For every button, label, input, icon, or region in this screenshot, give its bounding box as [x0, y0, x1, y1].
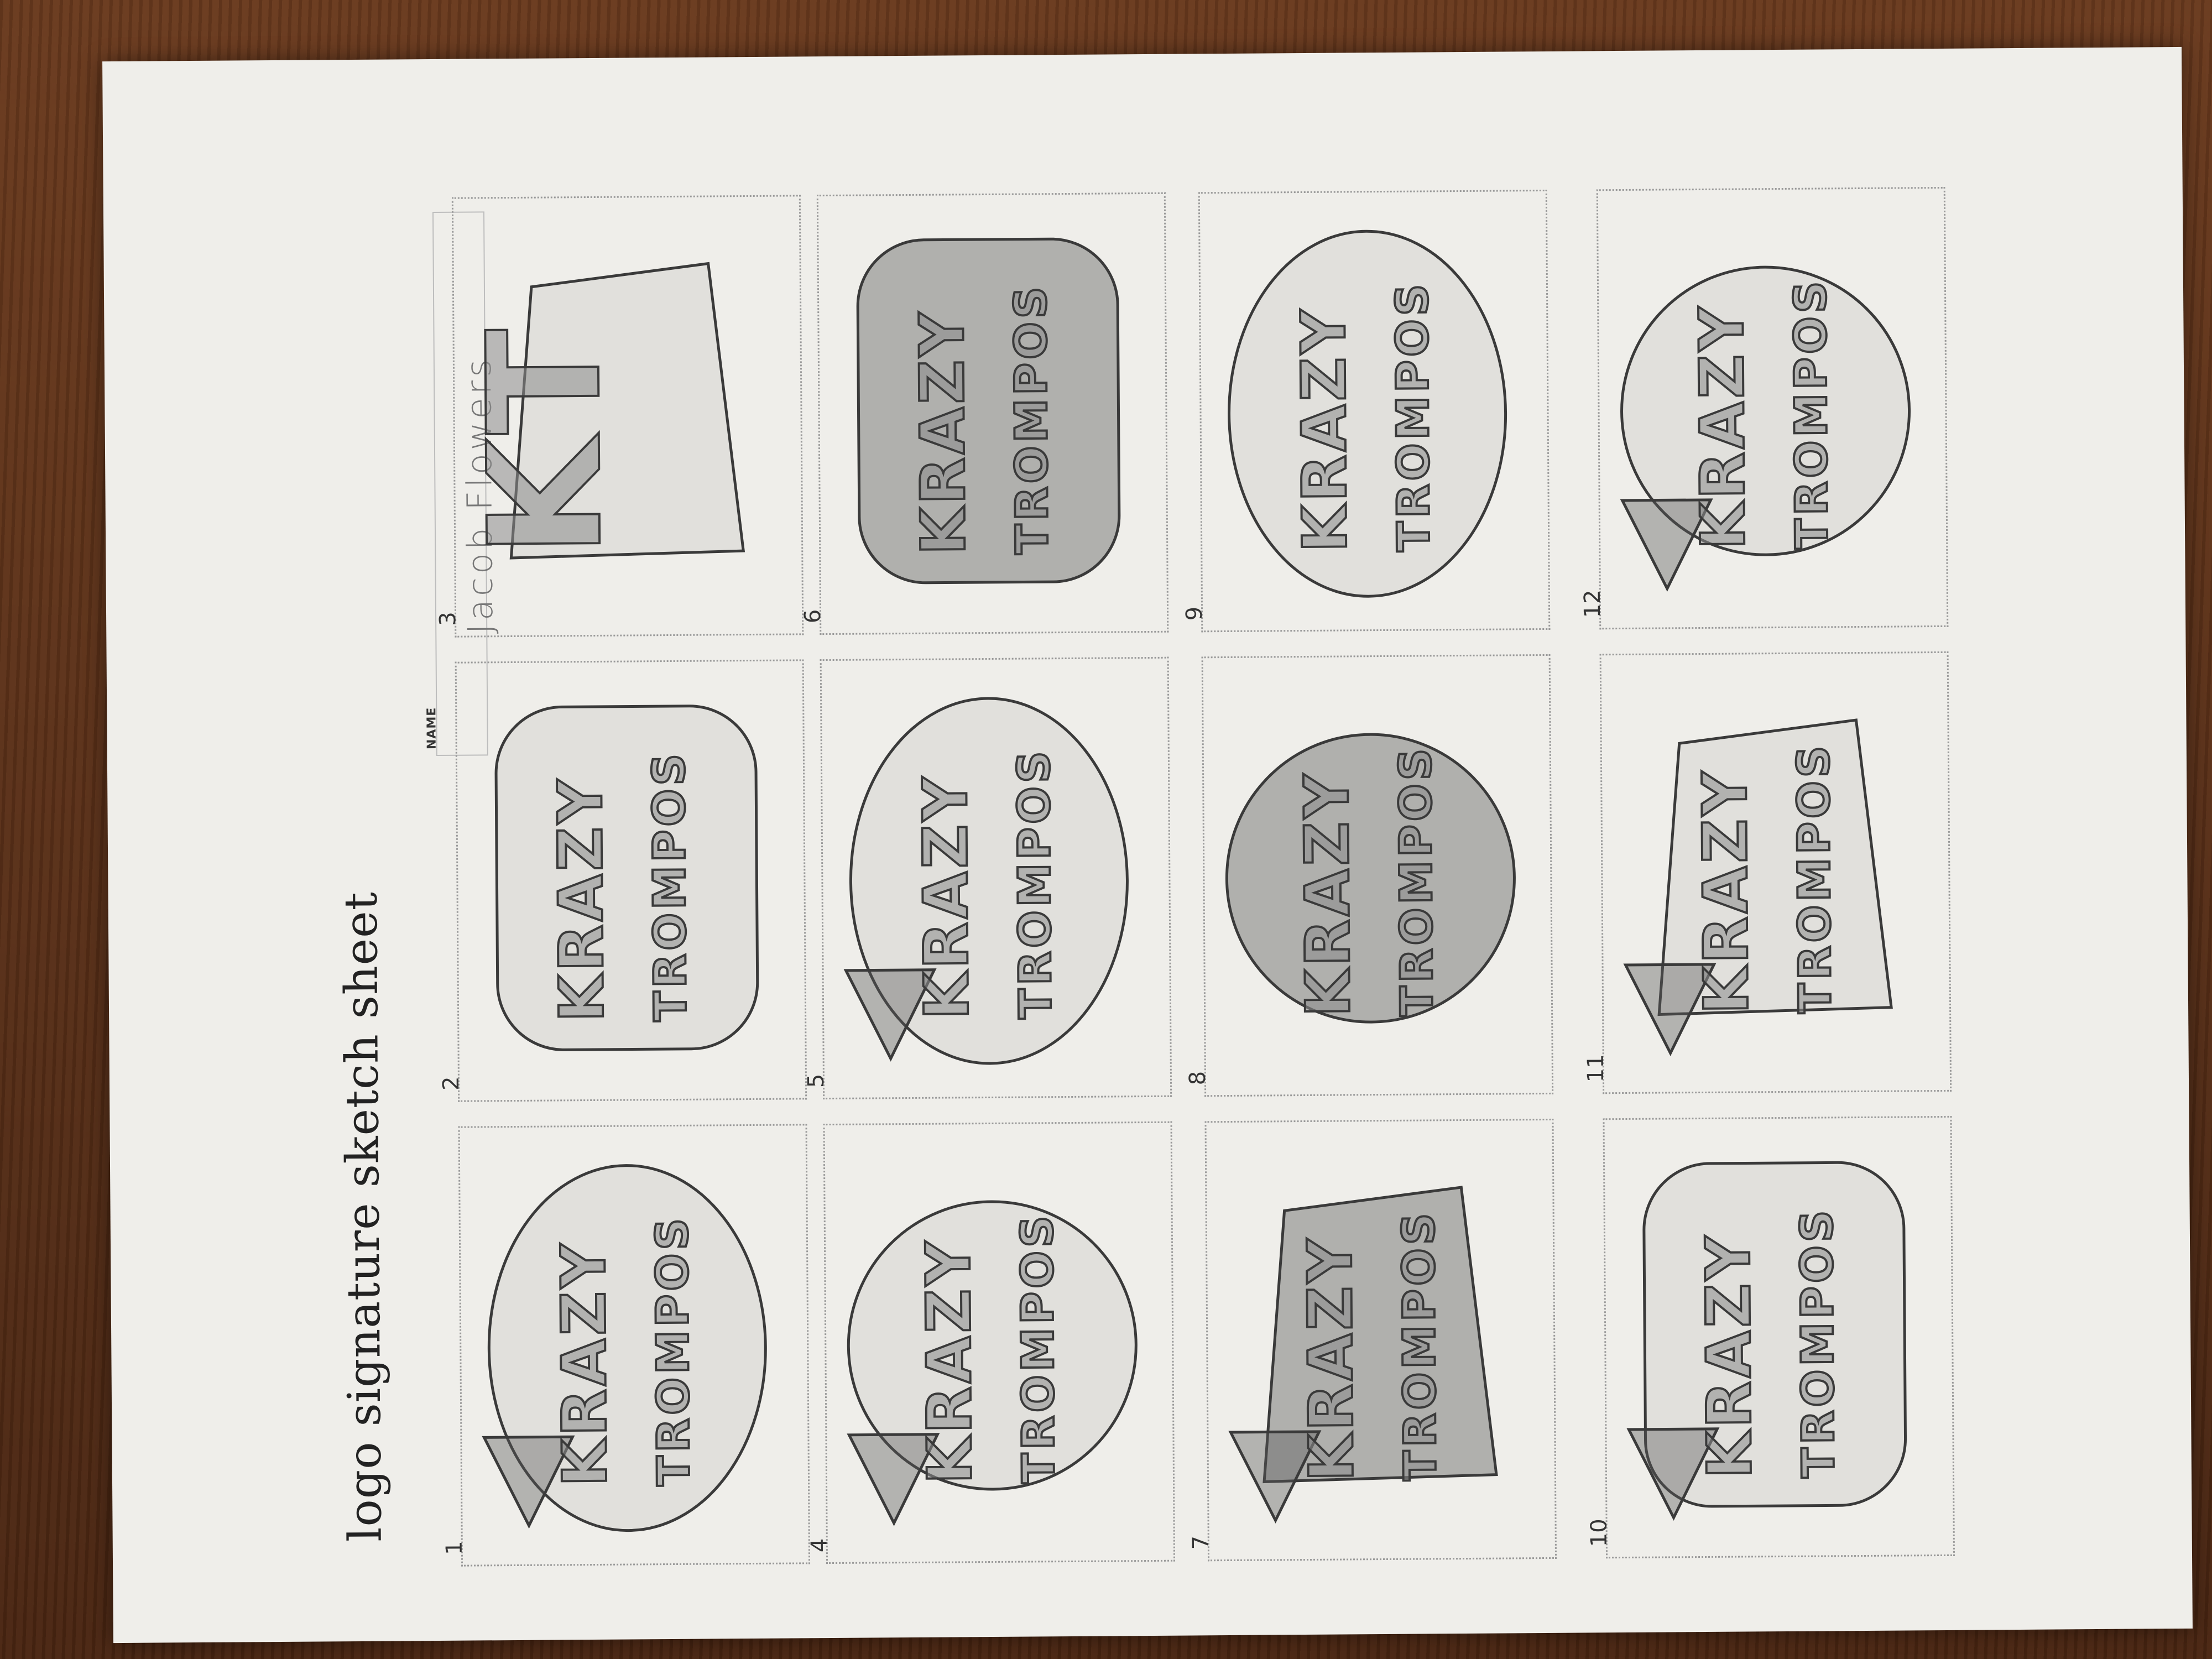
- logo-lettering: TROMPOS: [1386, 280, 1439, 552]
- logo-lettering: TROMPOS: [1390, 745, 1443, 1016]
- logo-lettering: TROMPOS: [1788, 742, 1841, 1014]
- logo-lettering: TROMPOS: [646, 1215, 700, 1486]
- sketch-cell-10: KRAZY TROMPOS 10: [1587, 1115, 1955, 1559]
- sketch-shape: [856, 237, 1121, 585]
- logo-lettering: KRAZY: [548, 1240, 620, 1486]
- logo-sketch-1: KRAZY TROMPOS: [482, 1164, 767, 1532]
- cell-number: 3: [435, 612, 461, 626]
- logo-sketch-9: KRAZY TROMPOS: [1228, 229, 1507, 598]
- sketch-cell-5: KRAZY TROMPOS 5: [804, 656, 1172, 1100]
- sketch-cell-8: KRAZY TROMPOS 8: [1185, 654, 1554, 1097]
- cell-number: 6: [800, 609, 826, 624]
- sketch-cell-12: KRAZY TROMPOS 12: [1580, 186, 1949, 630]
- logo-lettering: KRAZY: [545, 776, 617, 1022]
- cell-number: 9: [1181, 606, 1208, 621]
- logo-lettering: TROMPOS: [1791, 1207, 1844, 1478]
- logo-sketch-7: KRAZY TROMPOS: [1228, 1186, 1498, 1524]
- logo-lettering: KRAZY: [1291, 771, 1364, 1017]
- logo-lettering: TROMPOS: [643, 750, 696, 1022]
- logo-lettering: TROMPOS: [1011, 1212, 1065, 1484]
- cell-number: 11: [1583, 1054, 1609, 1083]
- logo-lettering: KT: [455, 325, 637, 558]
- sheet-title: logo signature sketch sheet: [335, 891, 392, 1542]
- logo-sketch-12: KRAZY TROMPOS: [1620, 265, 1911, 592]
- sketch-shape: [494, 705, 759, 1051]
- cell-number: 1: [441, 1541, 467, 1555]
- sketch-cell-4: KRAZY TROMPOS 4: [807, 1121, 1176, 1564]
- sketch-cell-1: KRAZY TROMPOS 1: [442, 1124, 811, 1567]
- sketch-sheet: logo signature sketch sheet NAME Jacob F…: [102, 46, 2193, 1644]
- cell-number: 7: [1188, 1535, 1214, 1550]
- sketch-shape: [1225, 733, 1516, 1024]
- logo-lettering: KRAZY: [913, 1238, 985, 1484]
- logo-sketch-11: KRAZY TROMPOS: [1623, 718, 1893, 1056]
- logo-lettering: KRAZY: [1689, 768, 1762, 1014]
- logo-lettering: KRAZY: [1693, 1233, 1765, 1479]
- sketch-cell-6: KRAZY TROMPOS 6: [800, 192, 1169, 635]
- sketch-cell-11: KRAZY TROMPOS 11: [1583, 651, 1952, 1094]
- cell-number: 8: [1185, 1071, 1211, 1086]
- logo-lettering: TROMPOS: [1393, 1209, 1446, 1481]
- cell-number: 5: [803, 1073, 830, 1088]
- cell-number: 2: [438, 1076, 465, 1091]
- logo-sketch-8: KRAZY TROMPOS: [1225, 733, 1516, 1024]
- sketch-cell-9: KRAZY TROMPOS 9: [1182, 189, 1551, 633]
- sketch-shape: [1228, 229, 1507, 598]
- logo-sketch-5: KRAZY TROMPOS: [843, 697, 1129, 1065]
- sketch-cell-3: KT 3: [435, 195, 804, 638]
- logo-lettering: KRAZY: [906, 309, 979, 555]
- logo-lettering: KRAZY: [1288, 306, 1360, 552]
- logo-sketch-4: KRAZY TROMPOS: [847, 1200, 1138, 1526]
- sketch-cell-2: KRAZY TROMPOS 2: [439, 659, 807, 1102]
- cell-number: 12: [1579, 589, 1606, 618]
- cell-number: 4: [806, 1538, 832, 1553]
- logo-lettering: TROMPOS: [1785, 278, 1838, 549]
- logo-lettering: KRAZY: [1295, 1235, 1367, 1481]
- logo-lettering: KRAZY: [910, 774, 982, 1020]
- logo-sketch-6: KRAZY TROMPOS: [856, 237, 1121, 585]
- cell-number: 10: [1586, 1519, 1612, 1547]
- sketch-cell-7: KRAZY TROMPOS 7: [1188, 1118, 1557, 1562]
- logo-lettering: TROMPOS: [1008, 748, 1061, 1019]
- logo-lettering: TROMPOS: [1005, 283, 1058, 555]
- logo-sketch-3: KT: [453, 262, 745, 560]
- logo-sketch-2: KRAZY TROMPOS: [494, 705, 759, 1051]
- sketch-grid: KRAZY TROMPOS 1 KRAZY TROMPOS 2 KT 3 KRAZY TROMPO…: [102, 47, 2182, 1567]
- logo-sketch-10: KRAZY TROMPOS: [1626, 1161, 1907, 1521]
- logo-lettering: KRAZY: [1686, 304, 1759, 550]
